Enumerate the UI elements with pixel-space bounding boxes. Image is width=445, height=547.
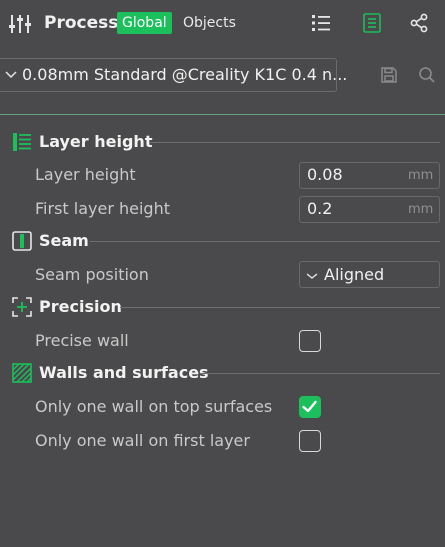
label-seam-position: Seam position — [35, 265, 149, 284]
one-wall-first-layer-checkbox[interactable] — [299, 430, 321, 452]
process-sliders-icon — [8, 12, 32, 36]
label-one-wall-first-layer: Only one wall on first layer — [35, 431, 250, 450]
compare-icon[interactable] — [361, 12, 383, 34]
label-layer-height: Layer height — [35, 165, 136, 184]
one-wall-top-checkbox[interactable] — [299, 396, 321, 418]
label-precise-wall: Precise wall — [35, 331, 129, 350]
tab-objects[interactable]: Objects — [183, 12, 236, 34]
panel-title: Process — [44, 13, 119, 33]
section-title-walls-surfaces: Walls and surfaces — [39, 363, 209, 382]
chevron-down-icon[interactable] — [305, 268, 319, 282]
section-divider — [120, 307, 440, 308]
first-layer-height-value[interactable]: 0.2 — [307, 198, 332, 220]
first-layer-height-unit: mm — [408, 202, 434, 217]
section-divider — [90, 241, 440, 242]
layer-height-unit: mm — [408, 168, 434, 183]
layer-height-value[interactable]: 0.08 — [307, 164, 343, 186]
connection-icon[interactable] — [409, 12, 431, 34]
section-title-layer-height: Layer height — [39, 132, 153, 151]
preset-name[interactable]: 0.08mm Standard @Creality K1C 0.4 n... — [22, 64, 347, 86]
search-icon[interactable] — [418, 66, 436, 84]
header-divider — [0, 114, 445, 115]
label-one-wall-top: Only one wall on top surfaces — [35, 397, 273, 416]
precise-wall-checkbox[interactable] — [299, 330, 321, 352]
chevron-down-icon[interactable] — [4, 66, 18, 80]
precision-icon — [11, 296, 33, 318]
section-title-precision: Precision — [39, 297, 122, 316]
list-view-icon[interactable] — [310, 12, 332, 34]
section-title-seam: Seam — [39, 231, 89, 250]
label-first-layer-height: First layer height — [35, 199, 170, 218]
checkmark-icon — [302, 400, 317, 413]
tab-global[interactable]: Global — [117, 12, 172, 34]
save-icon[interactable] — [380, 66, 398, 84]
seam-position-value[interactable]: Aligned — [324, 264, 384, 286]
seam-icon — [11, 230, 33, 252]
section-divider — [150, 142, 440, 143]
section-divider — [200, 373, 440, 374]
walls-surfaces-icon — [11, 362, 33, 384]
layer-height-icon — [11, 131, 33, 153]
